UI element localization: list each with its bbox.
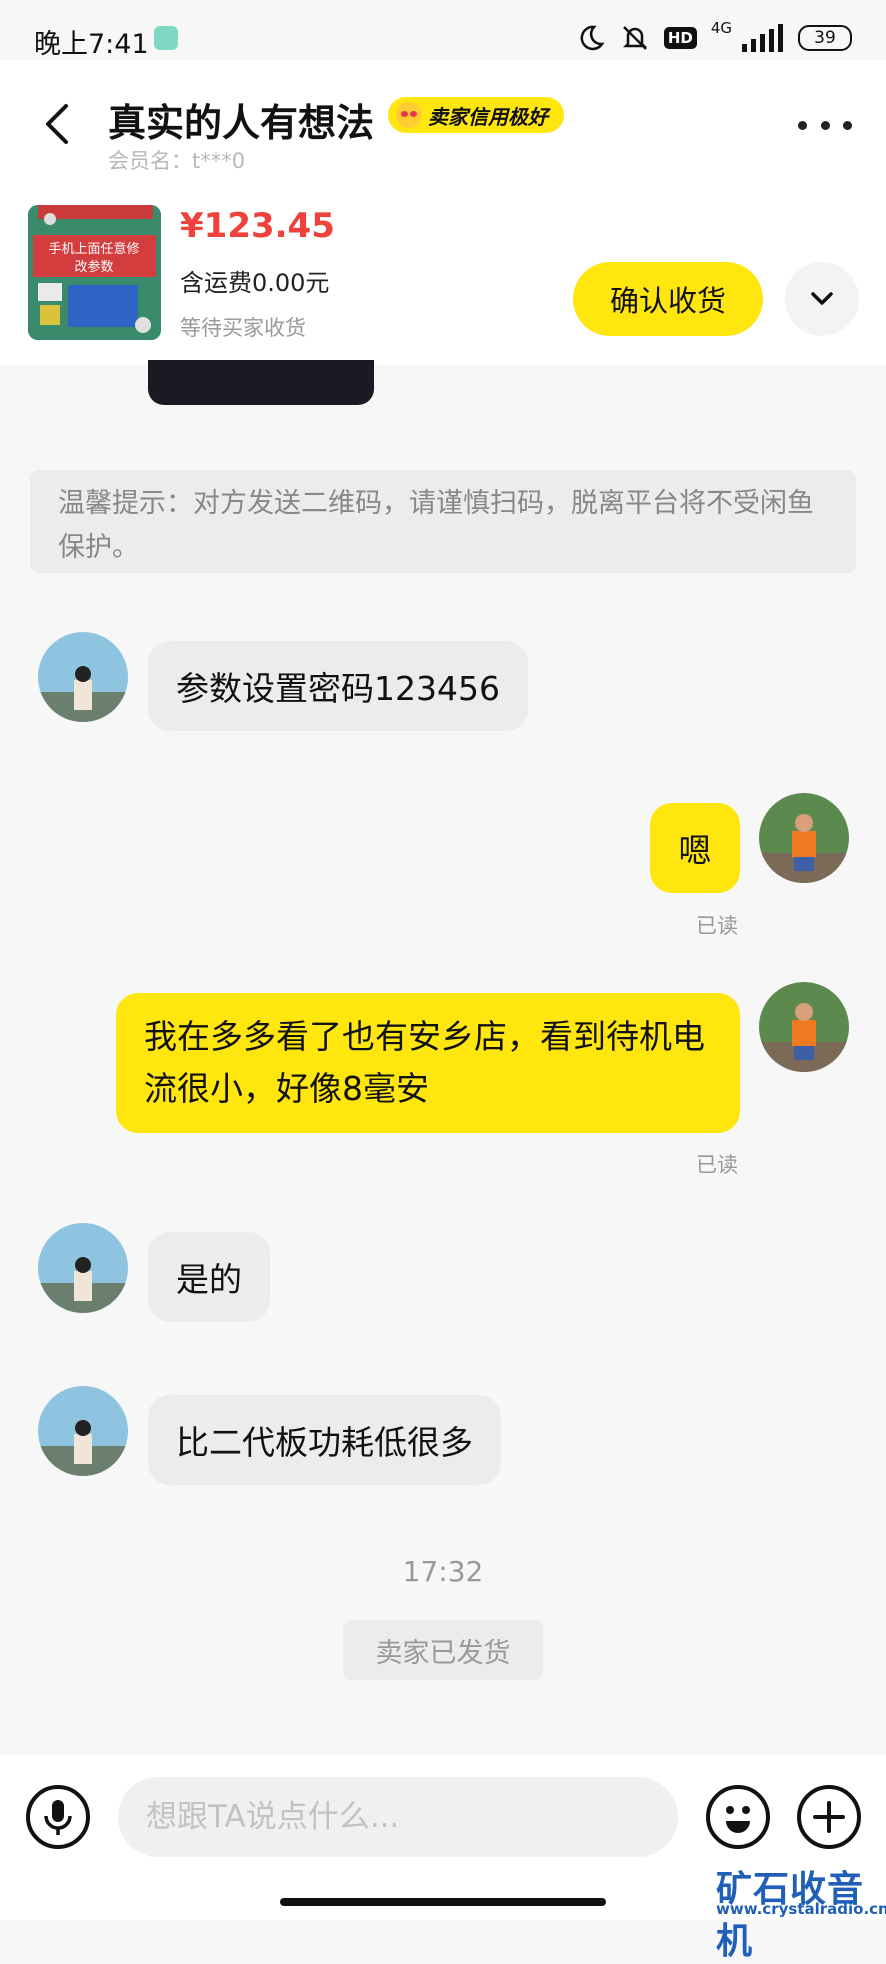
credit-badge: 卖家信用极好 (388, 97, 564, 133)
back-button[interactable] (38, 100, 78, 148)
shipping-fee: 含运费0.00元 (180, 269, 330, 297)
message-bubble[interactable]: 嗯 (650, 803, 740, 893)
read-receipt: 已读 (696, 914, 738, 938)
chevron-down-icon (811, 292, 833, 305)
seller-avatar-image (38, 1223, 128, 1313)
system-message: 卖家已发货 (343, 1620, 543, 1680)
confirm-receipt-button[interactable]: 确认收货 (573, 262, 763, 336)
contact-name: 真实的人有想法 (108, 101, 375, 145)
chevron-left-icon (46, 104, 68, 144)
my-avatar-image (759, 793, 849, 883)
status-icons: HD 4G 39 (576, 18, 852, 58)
emoji-button[interactable] (706, 1785, 770, 1849)
seller-avatar[interactable] (38, 632, 128, 722)
heart-eyes-icon (396, 102, 422, 128)
my-avatar-image (759, 982, 849, 1072)
message-bubble[interactable]: 是的 (148, 1232, 270, 1322)
hd-badge: HD (663, 27, 697, 49)
credit-badge-label: 卖家信用极好 (428, 104, 548, 129)
battery-indicator: 39 (798, 25, 852, 51)
home-indicator[interactable] (280, 1898, 606, 1906)
status-time: 晚上7:41 (34, 29, 149, 60)
product-caption-2: 改参数 (74, 259, 113, 275)
product-price: ¥123.45 (180, 206, 335, 246)
seller-avatar[interactable] (38, 1386, 128, 1476)
more-options-button[interactable] (798, 115, 852, 135)
more-actions-button[interactable] (797, 1785, 861, 1849)
app-notification-icon (154, 26, 178, 50)
message-input[interactable] (118, 1777, 678, 1857)
expand-button[interactable] (785, 262, 859, 336)
network-type: 4G (710, 18, 732, 37)
seller-avatar-image (38, 632, 128, 722)
smiley-icon (726, 1806, 750, 1833)
seller-avatar-image (38, 1386, 128, 1476)
chat-timestamp: 17:32 (402, 1555, 484, 1588)
order-status: 等待买家收货 (180, 316, 306, 340)
signal-icon (742, 24, 783, 52)
message-bubble[interactable]: 参数设置密码123456 (148, 641, 528, 731)
message-bubble[interactable]: 比二代板功耗低很多 (148, 1395, 501, 1485)
seller-avatar[interactable] (38, 1223, 128, 1313)
watermark-url: www.crystalradio.cn (716, 1900, 886, 1918)
my-avatar[interactable] (759, 793, 849, 883)
moon-icon (580, 25, 605, 51)
product-caption-1: 手机上面任意修 (48, 241, 139, 257)
message-bubble[interactable]: 我在多多看了也有安乡店，看到待机电流很小，好像8毫安 (116, 993, 740, 1133)
circuit-board-image: 手机上面任意修 改参数 (28, 205, 161, 340)
product-thumbnail[interactable]: 手机上面任意修 改参数 (28, 205, 161, 340)
muted-bell-icon (622, 26, 647, 50)
member-name: 会员名：t***0 (108, 149, 246, 173)
voice-input-button[interactable] (26, 1785, 90, 1849)
warning-notice-text: 温馨提示：对方发送二维码，请谨慎扫码，脱离平台将不受闲鱼保护。 (58, 488, 814, 563)
image-message-partial[interactable] (148, 360, 374, 405)
my-avatar[interactable] (759, 982, 849, 1072)
plus-icon (813, 1801, 845, 1833)
read-receipt: 已读 (696, 1153, 738, 1177)
microphone-icon (44, 1800, 72, 1835)
